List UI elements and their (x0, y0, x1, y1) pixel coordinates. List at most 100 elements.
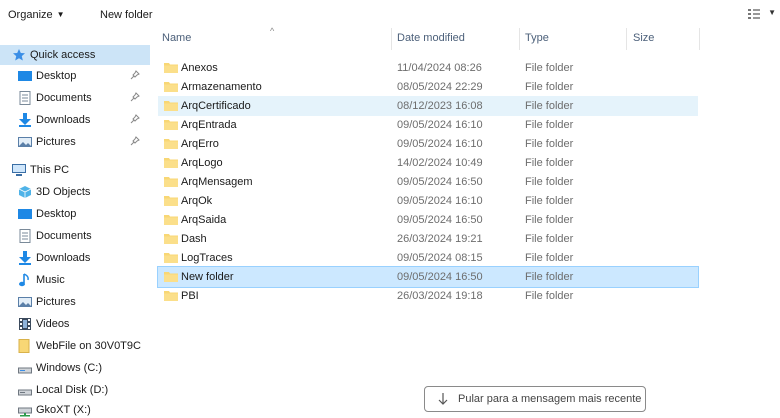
column-divider[interactable] (391, 28, 392, 50)
file-date: 09/05/2024 08:15 (397, 252, 483, 264)
file-row[interactable]: LogTraces 09/05/2024 08:15 File folder (158, 248, 698, 268)
nav-item-label: 3D Objects (36, 186, 91, 198)
arrow-down-icon (438, 393, 448, 405)
nav-quick-documents[interactable]: Documents (0, 88, 150, 108)
file-name: PBI (181, 290, 199, 302)
nav-local-disk-d[interactable]: Local Disk (D:) (0, 380, 150, 400)
nav-item-label: Desktop (36, 70, 77, 82)
file-row[interactable]: ArqEntrada 09/05/2024 16:10 File folder (158, 115, 698, 135)
column-header-name[interactable]: Name (162, 32, 191, 44)
file-date: 09/05/2024 16:50 (397, 271, 483, 283)
nav-item-label: Desktop (36, 208, 77, 220)
column-divider[interactable] (699, 28, 700, 50)
column-divider[interactable] (519, 28, 520, 50)
column-header-type[interactable]: Type (525, 32, 549, 44)
file-row[interactable]: Armazenamento 08/05/2024 22:29 File fold… (158, 77, 698, 97)
documents-icon (19, 91, 31, 105)
file-type: File folder (525, 290, 574, 302)
nav-item-label: Local Disk (D:) (36, 384, 109, 396)
pictures-icon (18, 297, 32, 307)
folder-icon (164, 101, 178, 111)
nav-documents[interactable]: Documents (0, 226, 150, 246)
nav-quick-access[interactable]: Quick access (0, 45, 150, 65)
command-bar: Organize ▼ New folder ▼ (0, 0, 780, 30)
file-name: LogTraces (181, 252, 233, 264)
nav-quick-access-label: Quick access (30, 49, 96, 61)
nav-item-label: Downloads (36, 114, 91, 126)
pin-icon[interactable] (130, 92, 140, 102)
nav-quick-desktop[interactable]: Desktop (0, 66, 150, 86)
file-name: ArqEntrada (181, 119, 237, 131)
file-name: ArqSaida (181, 214, 227, 226)
file-type: File folder (525, 119, 574, 131)
file-type: File folder (525, 271, 574, 283)
jump-to-latest-button[interactable]: Pular para a mensagem mais recente (424, 386, 646, 412)
nav-windows-c[interactable]: Windows (C:) (0, 358, 150, 378)
nav-this-pc[interactable]: This PC (0, 160, 150, 180)
nav-downloads[interactable]: Downloads (0, 248, 150, 268)
pin-icon[interactable] (130, 136, 140, 146)
file-row[interactable]: ArqMensagem 09/05/2024 16:50 File folder (158, 172, 698, 192)
folder-icon (164, 158, 178, 168)
file-row[interactable]: ArqLogo 14/02/2024 10:49 File folder (158, 153, 698, 173)
folder-icon (164, 177, 178, 187)
folder-icon (164, 139, 178, 149)
column-divider[interactable] (626, 28, 627, 50)
file-type: File folder (525, 157, 574, 169)
music-icon (19, 273, 29, 287)
nav-quick-downloads[interactable]: Downloads (0, 110, 150, 130)
folder-icon (164, 291, 178, 301)
nav-quick-pictures[interactable]: Pictures (0, 132, 150, 152)
pin-icon[interactable] (130, 70, 140, 80)
folder-icon (164, 234, 178, 244)
file-type: File folder (525, 81, 574, 93)
file-row[interactable]: Dash 26/03/2024 19:21 File folder (158, 229, 698, 249)
file-date: 26/03/2024 19:18 (397, 290, 483, 302)
file-name: Dash (181, 233, 207, 245)
file-row-hovered[interactable]: ArqCertificado 08/12/2023 16:08 File fol… (158, 96, 698, 116)
file-row[interactable]: ArqOk 09/05/2024 16:10 File folder (158, 191, 698, 211)
nav-item-label: Downloads (36, 252, 91, 264)
file-date: 08/05/2024 22:29 (397, 81, 483, 93)
file-row[interactable]: PBI 26/03/2024 19:18 File folder (158, 286, 698, 306)
file-type: File folder (525, 233, 574, 245)
file-row[interactable]: ArqSaida 09/05/2024 16:50 File folder (158, 210, 698, 230)
desktop-icon (18, 71, 32, 81)
view-options-chevron-icon[interactable]: ▼ (768, 8, 776, 17)
downloads-icon (19, 113, 31, 127)
documents-icon (19, 229, 31, 243)
nav-item-label: GkoXT (X:) (36, 404, 91, 416)
file-name: ArqCertificado (181, 100, 251, 112)
column-header-size[interactable]: Size (633, 32, 654, 44)
file-type: File folder (525, 214, 574, 226)
file-name: Anexos (181, 62, 218, 74)
videos-icon (19, 318, 31, 330)
nav-item-label: WebFile on 30V0T9C (36, 340, 141, 352)
file-row[interactable]: ArqErro 09/05/2024 16:10 File folder (158, 134, 698, 154)
navigation-pane: Quick access Desktop Documents Downloads… (0, 30, 150, 418)
downloads-icon (19, 251, 31, 265)
nav-desktop[interactable]: Desktop (0, 204, 150, 224)
file-date: 09/05/2024 16:10 (397, 138, 483, 150)
nav-webfile[interactable]: WebFile on 30V0T9C (0, 336, 150, 356)
file-name: ArqLogo (181, 157, 223, 169)
file-row-selected[interactable]: New folder 09/05/2024 16:50 File folder (157, 266, 699, 288)
nav-gkoxt-x[interactable]: GkoXT (X:) (0, 400, 150, 418)
file-type: File folder (525, 62, 574, 74)
pin-icon[interactable] (130, 114, 140, 124)
column-header-date[interactable]: Date modified (397, 32, 465, 44)
sort-ascending-icon: ^ (270, 26, 275, 36)
organize-button[interactable]: Organize ▼ (8, 9, 65, 21)
nav-3d-objects[interactable]: 3D Objects (0, 182, 150, 202)
view-options-icon[interactable] (748, 8, 760, 20)
nav-pictures[interactable]: Pictures (0, 292, 150, 312)
file-date: 14/02/2024 10:49 (397, 157, 483, 169)
nav-music[interactable]: Music (0, 270, 150, 290)
drive-icon (18, 367, 32, 374)
file-row[interactable]: Anexos 11/04/2024 08:26 File folder (158, 58, 698, 78)
pictures-icon (18, 137, 32, 147)
file-date: 11/04/2024 08:26 (397, 62, 482, 74)
new-folder-button[interactable]: New folder (100, 9, 153, 21)
network-drive-icon (18, 407, 32, 417)
nav-videos[interactable]: Videos (0, 314, 150, 334)
